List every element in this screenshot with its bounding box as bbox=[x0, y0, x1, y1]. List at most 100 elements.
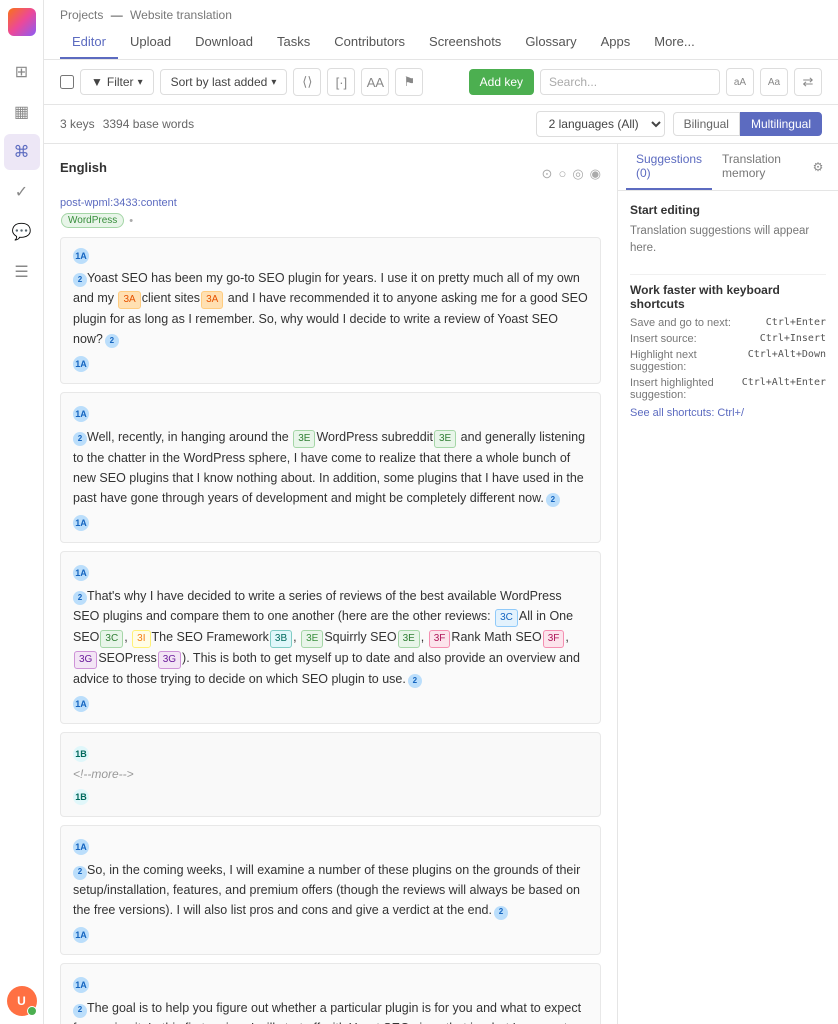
sidebar: ⊞ ▦ ⌘ ✓ 💬 ☰ U bbox=[0, 0, 44, 1024]
action-icon-2[interactable]: ○ bbox=[558, 166, 566, 182]
badge-more-start: 1B bbox=[73, 746, 89, 762]
shortcut-row-4: Insert highlighted suggestion: Ctrl+Alt+… bbox=[630, 377, 826, 401]
editor-language-label: English bbox=[60, 160, 107, 175]
font-size-icon[interactable]: aA bbox=[726, 68, 754, 96]
breadcrumb: Projects — Website translation bbox=[60, 0, 822, 22]
text-block-more[interactable]: 1B <!--more--> 1B bbox=[60, 732, 601, 817]
sort-label: Sort by last added bbox=[171, 75, 268, 89]
stats-left: 3 keys 3394 base words bbox=[60, 117, 194, 131]
sidebar-icon-translate[interactable]: ⌘ bbox=[4, 134, 40, 170]
shortcut-key-3: Ctrl+Alt+Down bbox=[748, 349, 826, 373]
sort-button[interactable]: Sort by last added ▾ bbox=[160, 69, 288, 95]
filter-button[interactable]: ▼ Filter ▾ bbox=[80, 69, 154, 95]
badge-2-end: 1A bbox=[73, 515, 89, 531]
tab-screenshots[interactable]: Screenshots bbox=[417, 26, 513, 59]
breadcrumb-projects[interactable]: Projects bbox=[60, 8, 103, 22]
panel-content: Start editing Translation suggestions wi… bbox=[618, 191, 838, 447]
sidebar-icon-chart[interactable]: ▦ bbox=[4, 94, 40, 130]
sidebar-icon-check[interactable]: ✓ bbox=[4, 174, 40, 210]
tab-glossary[interactable]: Glossary bbox=[513, 26, 588, 59]
badge-6-start: 1A bbox=[73, 977, 89, 993]
tab-download[interactable]: Download bbox=[183, 26, 265, 59]
badge-3-start: 1A bbox=[73, 565, 89, 581]
right-panel-header: Suggestions (0) Translation memory ⚙ ⤢ bbox=[618, 144, 838, 191]
action-icon-4[interactable]: ◉ bbox=[590, 166, 601, 182]
text-block-5[interactable]: 1A 2So, in the coming weeks, I will exam… bbox=[60, 825, 601, 955]
tab-upload[interactable]: Upload bbox=[118, 26, 183, 59]
badge-2-start: 1A bbox=[73, 406, 89, 422]
multilingual-view-button[interactable]: Multilingual bbox=[740, 112, 822, 136]
more-tag-text: <!--more--> bbox=[73, 765, 588, 784]
key-info: post-wpml:3433:content WordPress • bbox=[60, 197, 601, 229]
sidebar-icon-grid[interactable]: ⊞ bbox=[4, 54, 40, 90]
tab-apps[interactable]: Apps bbox=[589, 26, 643, 59]
filter-icon: ▼ bbox=[91, 75, 103, 89]
shortcut-row-1: Save and go to next: Ctrl+Enter bbox=[630, 317, 826, 329]
code-view-button[interactable]: ⟨⟩ bbox=[293, 68, 321, 96]
action-icon-1[interactable]: ⊙ bbox=[542, 166, 553, 182]
badge-more-end: 1B bbox=[73, 789, 89, 805]
case-button[interactable]: AA bbox=[361, 68, 389, 96]
nav-tabs: Editor Upload Download Tasks Contributor… bbox=[60, 26, 822, 59]
direction-icon[interactable]: ⇄ bbox=[794, 68, 822, 96]
words-count: 3394 base words bbox=[103, 117, 194, 131]
tab-more[interactable]: More... bbox=[642, 26, 706, 59]
action-icon-3[interactable]: ◎ bbox=[572, 166, 583, 182]
shortcut-label-3: Highlight next suggestion: bbox=[630, 349, 748, 373]
start-editing-section: Start editing Translation suggestions wi… bbox=[630, 203, 826, 258]
filter-chevron: ▾ bbox=[138, 77, 143, 88]
shortcut-label-2: Insert source: bbox=[630, 333, 697, 345]
badge-5-end: 1A bbox=[73, 927, 89, 943]
text-block-2[interactable]: 1A 2Well, recently, in hanging around th… bbox=[60, 392, 601, 543]
case-toggle-icon[interactable]: Aa bbox=[760, 68, 788, 96]
add-key-button[interactable]: Add key bbox=[469, 69, 534, 95]
text-block-6[interactable]: 1A 2The goal is to help you figure out w… bbox=[60, 963, 601, 1024]
key-name: post-wpml:3433:content bbox=[60, 197, 601, 209]
shortcut-row-2: Insert source: Ctrl+Insert bbox=[630, 333, 826, 345]
toolbar-left: ▼ Filter ▾ Sort by last added ▾ ⟨⟩ [·] A… bbox=[60, 68, 461, 96]
bilingual-view-button[interactable]: Bilingual bbox=[673, 112, 740, 136]
shortcut-key-4: Ctrl+Alt+Enter bbox=[742, 377, 826, 401]
stats-bar: 3 keys 3394 base words 2 languages (All)… bbox=[44, 105, 838, 144]
avatar[interactable]: U bbox=[7, 986, 37, 1016]
text-block-3[interactable]: 1A 2That's why I have decided to write a… bbox=[60, 551, 601, 724]
editor-action-icons: ⊙ ○ ◎ ◉ bbox=[542, 166, 601, 182]
paragraph-5-text: 2So, in the coming weeks, I will examine… bbox=[73, 860, 588, 920]
expand-icon[interactable]: ⤢ bbox=[833, 156, 838, 178]
divider-1 bbox=[630, 274, 826, 275]
app-logo[interactable] bbox=[8, 8, 36, 36]
tab-suggestions[interactable]: Suggestions (0) bbox=[626, 144, 712, 190]
tab-editor[interactable]: Editor bbox=[60, 26, 118, 59]
shortcut-key-1: Ctrl+Enter bbox=[766, 317, 826, 329]
sidebar-icon-list[interactable]: ☰ bbox=[4, 254, 40, 290]
top-nav: Projects — Website translation Editor Up… bbox=[44, 0, 838, 60]
right-panel: Suggestions (0) Translation memory ⚙ ⤢ S… bbox=[618, 144, 838, 1024]
shortcut-row-3: Highlight next suggestion: Ctrl+Alt+Down bbox=[630, 349, 826, 373]
start-editing-text: Translation suggestions will appear here… bbox=[630, 223, 826, 258]
breadcrumb-current[interactable]: Website translation bbox=[130, 8, 232, 22]
sort-chevron: ▾ bbox=[271, 77, 276, 88]
settings-icon[interactable]: ⚙ bbox=[807, 156, 829, 178]
keys-count: 3 keys bbox=[60, 117, 95, 131]
paragraph-6-text: 2The goal is to help you figure out whet… bbox=[73, 998, 588, 1024]
tab-tasks[interactable]: Tasks bbox=[265, 26, 322, 59]
wordpress-tag[interactable]: WordPress bbox=[61, 213, 124, 228]
tab-translation-memory[interactable]: Translation memory bbox=[712, 144, 791, 190]
right-panel-tabs: Suggestions (0) Translation memory bbox=[618, 144, 799, 190]
language-select[interactable]: 2 languages (All) bbox=[536, 111, 665, 137]
sidebar-icon-chat[interactable]: 💬 bbox=[4, 214, 40, 250]
right-panel-icons: ⚙ ⤢ bbox=[799, 156, 838, 178]
badge-1a-end: 1A bbox=[73, 356, 89, 372]
view-toggle: Bilingual Multilingual bbox=[673, 112, 822, 136]
see-all-shortcuts-link[interactable]: See all shortcuts: Ctrl+/ bbox=[630, 407, 826, 419]
placeholder-button[interactable]: [·] bbox=[327, 68, 355, 96]
start-editing-title: Start editing bbox=[630, 203, 826, 217]
tab-contributors[interactable]: Contributors bbox=[322, 26, 417, 59]
badge-1a: 1A bbox=[73, 248, 89, 264]
search-input[interactable] bbox=[540, 69, 720, 95]
select-all-checkbox[interactable] bbox=[60, 75, 74, 89]
bookmark-button[interactable]: ⚑ bbox=[395, 68, 423, 96]
toolbar-right: Add key aA Aa ⇄ bbox=[469, 68, 822, 96]
text-block-1[interactable]: 1A 2Yoast SEO has been my go-to SEO plug… bbox=[60, 237, 601, 384]
key-dot: • bbox=[129, 215, 133, 227]
